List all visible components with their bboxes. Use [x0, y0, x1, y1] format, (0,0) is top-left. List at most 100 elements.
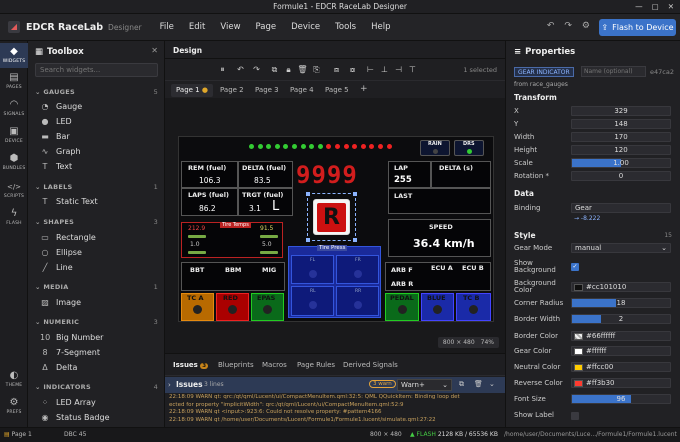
menu-edit[interactable]: Edit: [189, 22, 205, 32]
widget-search-input[interactable]: [35, 63, 158, 77]
tab-page-rules[interactable]: Page Rules: [297, 361, 335, 369]
widget-rectangle[interactable]: ▭ Rectangle: [40, 233, 96, 242]
delete-icon[interactable]: 🗑︎: [297, 64, 308, 75]
clear-log-icon[interactable]: 🗑︎: [474, 380, 483, 388]
severity-filter-select[interactable]: Warn+ ⌄: [397, 379, 452, 391]
widget-static-text[interactable]: T Static Text: [40, 197, 98, 206]
category-labels[interactable]: ⌄ LABELS 1: [35, 183, 160, 191]
menu-page[interactable]: Page: [256, 22, 277, 32]
widget-image[interactable]: ▨ Image: [40, 298, 81, 307]
canvas[interactable]: RAIN DRS REM (fuel) 106.3 DELTA (fuel) 83.…: [165, 98, 505, 353]
settings-icon[interactable]: ⚙: [582, 21, 590, 31]
show-background-checkbox[interactable]: ✓: [571, 263, 579, 271]
close-icon[interactable]: ✕: [668, 2, 674, 11]
corner-radius-slider[interactable]: 18: [571, 298, 671, 308]
copy-icon[interactable]: ⧉: [269, 64, 280, 75]
last-lap-box[interactable]: LAST: [388, 188, 491, 214]
border-width-slider[interactable]: 2: [571, 314, 671, 324]
rail-scripts[interactable]: </> SCRIPTS: [0, 181, 28, 203]
flash-to-device-button[interactable]: ⇪ Flash to Device: [599, 19, 676, 36]
menu-file[interactable]: File: [160, 22, 174, 32]
rail-prefs[interactable]: ⚙ PREFS: [0, 397, 28, 419]
rail-bundles[interactable]: ⬢ BUNDLES: [0, 153, 28, 175]
tab-page-3[interactable]: Page 3: [250, 84, 284, 97]
redo-canvas-icon[interactable]: ↷: [251, 64, 262, 75]
rail-signals[interactable]: ◠ SIGNALS: [0, 99, 28, 121]
page-status[interactable]: ▤ Page 1: [4, 431, 32, 438]
paste-icon[interactable]: ⎘: [311, 64, 322, 75]
widget-gauge[interactable]: ◔ Gauge: [40, 102, 83, 111]
delta-s-box[interactable]: DELTA (s): [431, 161, 491, 188]
menu-tools[interactable]: Tools: [335, 22, 356, 32]
pedal-tile[interactable]: PEDAL: [385, 293, 419, 321]
font-size-slider[interactable]: 96: [571, 394, 671, 404]
category-shapes[interactable]: ⌄ SHAPES 3: [35, 218, 160, 226]
tire-press-widget[interactable]: Tire Press FL FR RL RR: [288, 245, 381, 318]
tab-page-4[interactable]: Page 4: [285, 84, 319, 97]
undo-canvas-icon[interactable]: ↶: [235, 64, 246, 75]
red-tile[interactable]: RED: [216, 293, 249, 321]
menu-help[interactable]: Help: [371, 22, 390, 32]
tab-derived-signals[interactable]: Derived Signals: [343, 361, 398, 369]
widget-graph[interactable]: ∿ Graph: [40, 147, 81, 156]
widget-bar[interactable]: ▬ Bar: [40, 132, 69, 141]
maximize-icon[interactable]: ▢: [652, 2, 659, 11]
rail-pages[interactable]: ▤ PAGES: [0, 72, 28, 94]
tab-issues[interactable]: Issues 3: [173, 361, 209, 369]
ungroup-icon[interactable]: ⧇: [347, 64, 358, 75]
tab-page-2[interactable]: Page 2: [215, 84, 249, 97]
widget-led-array[interactable]: ⁘ LED Array: [40, 398, 96, 407]
widget-status-badge[interactable]: ◉ Status Badge: [40, 413, 110, 422]
arb-ecu-box[interactable]: ARB F ARB R ECU A ECU B: [385, 262, 491, 291]
category-gauges[interactable]: ⌄ GAUGES 5: [35, 88, 160, 96]
category-numeric[interactable]: ⌄ NUMERIC 3: [35, 318, 160, 326]
minimize-icon[interactable]: —: [635, 2, 643, 11]
copy-log-icon[interactable]: ⧉: [459, 380, 464, 389]
tab-page-1[interactable]: Page 1 ●: [171, 84, 213, 97]
dashboard-preview[interactable]: RAIN DRS REM (fuel) 106.3 DELTA (fuel) 83.…: [178, 136, 494, 322]
rail-widgets[interactable]: ◆ WIDGETS: [0, 43, 28, 68]
speed-box[interactable]: SPEED 36.4 km/h: [388, 219, 491, 257]
scale-slider[interactable]: 1.00: [571, 158, 671, 168]
fuel-trgt-box[interactable]: TRGT (fuel) 3.1 L: [238, 188, 293, 216]
close-toolbox-icon[interactable]: ✕: [151, 46, 158, 55]
rain-indicator[interactable]: RAIN: [420, 140, 450, 156]
widget-delta[interactable]: Δ Delta: [40, 363, 77, 372]
rail-theme[interactable]: ◐ THEME: [0, 370, 28, 392]
widget-7-segment[interactable]: 8 7-Segment: [40, 348, 100, 357]
rail-device[interactable]: ▣ DEVICE: [0, 126, 28, 148]
undo-icon[interactable]: ↶: [547, 21, 555, 31]
fuel-delta-box[interactable]: DELTA (fuel) 83.5: [238, 161, 293, 188]
design-tab[interactable]: Design: [173, 46, 202, 55]
rail-flash[interactable]: ϟ FLASH: [0, 208, 28, 230]
tab-macros[interactable]: Macros: [262, 361, 287, 369]
bbt-bbm-mig-box[interactable]: BBT BBM MIG: [181, 262, 285, 291]
menu-view[interactable]: View: [220, 22, 240, 32]
widget-text[interactable]: T Text: [40, 162, 73, 171]
pause-icon[interactable]: ⏸: [217, 64, 228, 75]
gear-indicator-selection[interactable]: R: [306, 192, 357, 242]
tab-page-5[interactable]: Page 5: [320, 84, 354, 97]
fuel-laps-box[interactable]: LAPS (fuel) 86.2: [181, 188, 238, 216]
group-icon[interactable]: ⧈: [331, 64, 342, 75]
tc-a-tile[interactable]: TC A: [181, 293, 214, 321]
drs-indicator[interactable]: DRS: [454, 140, 484, 156]
epas-tile[interactable]: EPAS: [251, 293, 284, 321]
align-right-icon[interactable]: ⊣: [393, 64, 404, 75]
tab-blueprints[interactable]: Blueprints: [218, 361, 254, 369]
show-label-checkbox[interactable]: [571, 412, 579, 420]
distribute-icon[interactable]: ⊤: [407, 64, 418, 75]
lap-box[interactable]: LAP 255: [388, 161, 431, 188]
dbc-status[interactable]: DBC 45: [64, 431, 86, 438]
widget-name-input[interactable]: [581, 66, 646, 77]
align-center-icon[interactable]: ⊥: [379, 64, 390, 75]
category-media[interactable]: ⌄ MEDIA 1: [35, 283, 160, 291]
tc-b-tile[interactable]: TC B: [456, 293, 491, 321]
fuel-rem-box[interactable]: REM (fuel) 106.3: [181, 161, 238, 188]
gear-mode-select[interactable]: manual ⌄: [571, 243, 671, 253]
widget-ellipse[interactable]: ○ Ellipse: [40, 248, 82, 257]
lock-icon[interactable]: 🔒︎: [283, 64, 294, 75]
big-number-display[interactable]: 9999: [296, 161, 366, 189]
widget-line[interactable]: ╱ Line: [40, 263, 73, 272]
align-left-icon[interactable]: ⊢: [365, 64, 376, 75]
